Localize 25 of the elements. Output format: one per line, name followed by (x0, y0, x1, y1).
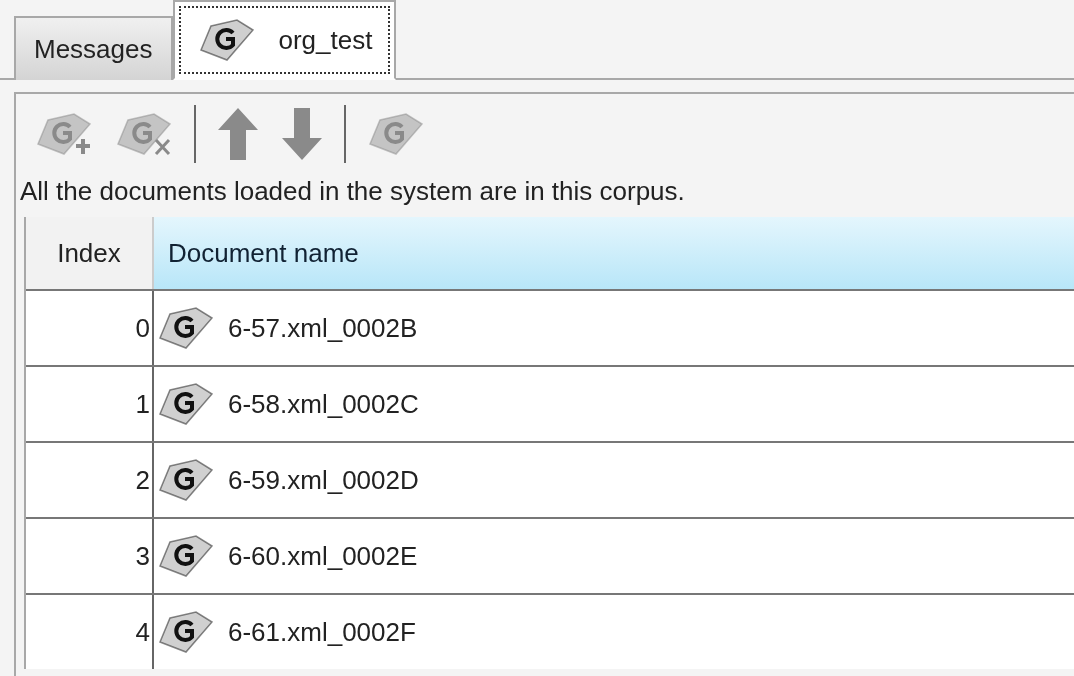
tab[interactable]: Messages (14, 16, 173, 80)
document-icon (156, 304, 216, 352)
arrow-down-icon (280, 106, 324, 162)
tab[interactable]: org_test (172, 0, 397, 80)
index-cell: 2 (26, 443, 154, 517)
document-icon (156, 608, 216, 656)
document-name[interactable]: 6-60.xml_0002E (228, 540, 418, 572)
document-icon (156, 380, 216, 428)
arrow-up-icon (216, 106, 260, 162)
index-cell: 1 (26, 367, 154, 441)
index-cell: 4 (26, 595, 154, 669)
document-name[interactable]: 6-57.xml_0002B (228, 312, 418, 344)
description-text: All the documents loaded in the system are in this corpus. (19, 175, 686, 208)
document-icon (156, 532, 216, 580)
document-name[interactable]: 6-61.xml_0002F (228, 616, 416, 648)
document-name[interactable]: 6-58.xml_0002C (228, 388, 419, 420)
document-name[interactable]: 6-59.xml_0002D (228, 464, 419, 496)
index-cell: 0 (26, 291, 154, 365)
document-icon (156, 456, 216, 504)
document-plus-icon (34, 110, 94, 158)
column-header[interactable]: Index (26, 217, 154, 289)
document-x-icon (114, 110, 174, 158)
column-header[interactable]: Document name (154, 217, 1074, 289)
index-cell: 3 (26, 519, 154, 593)
document-icon (366, 110, 426, 158)
